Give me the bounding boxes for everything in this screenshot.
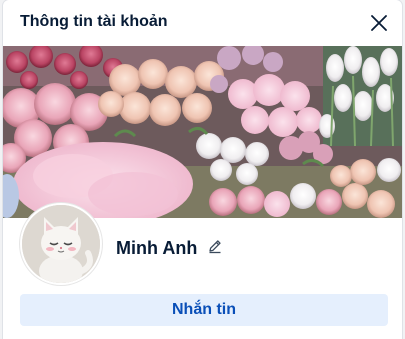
close-icon[interactable]	[367, 11, 391, 35]
account-info-dialog: Thông tin tài khoản Minh Anh Nhắn tin	[3, 0, 402, 339]
send-message-button[interactable]: Nhắn tin	[20, 294, 388, 326]
pencil-icon[interactable]	[207, 238, 223, 254]
avatar[interactable]	[20, 203, 102, 285]
display-name: Minh Anh	[116, 238, 198, 258]
cover-photo[interactable]	[3, 46, 402, 218]
dialog-title: Thông tin tài khoản	[20, 13, 168, 30]
dialog-header: Thông tin tài khoản	[3, 0, 402, 46]
